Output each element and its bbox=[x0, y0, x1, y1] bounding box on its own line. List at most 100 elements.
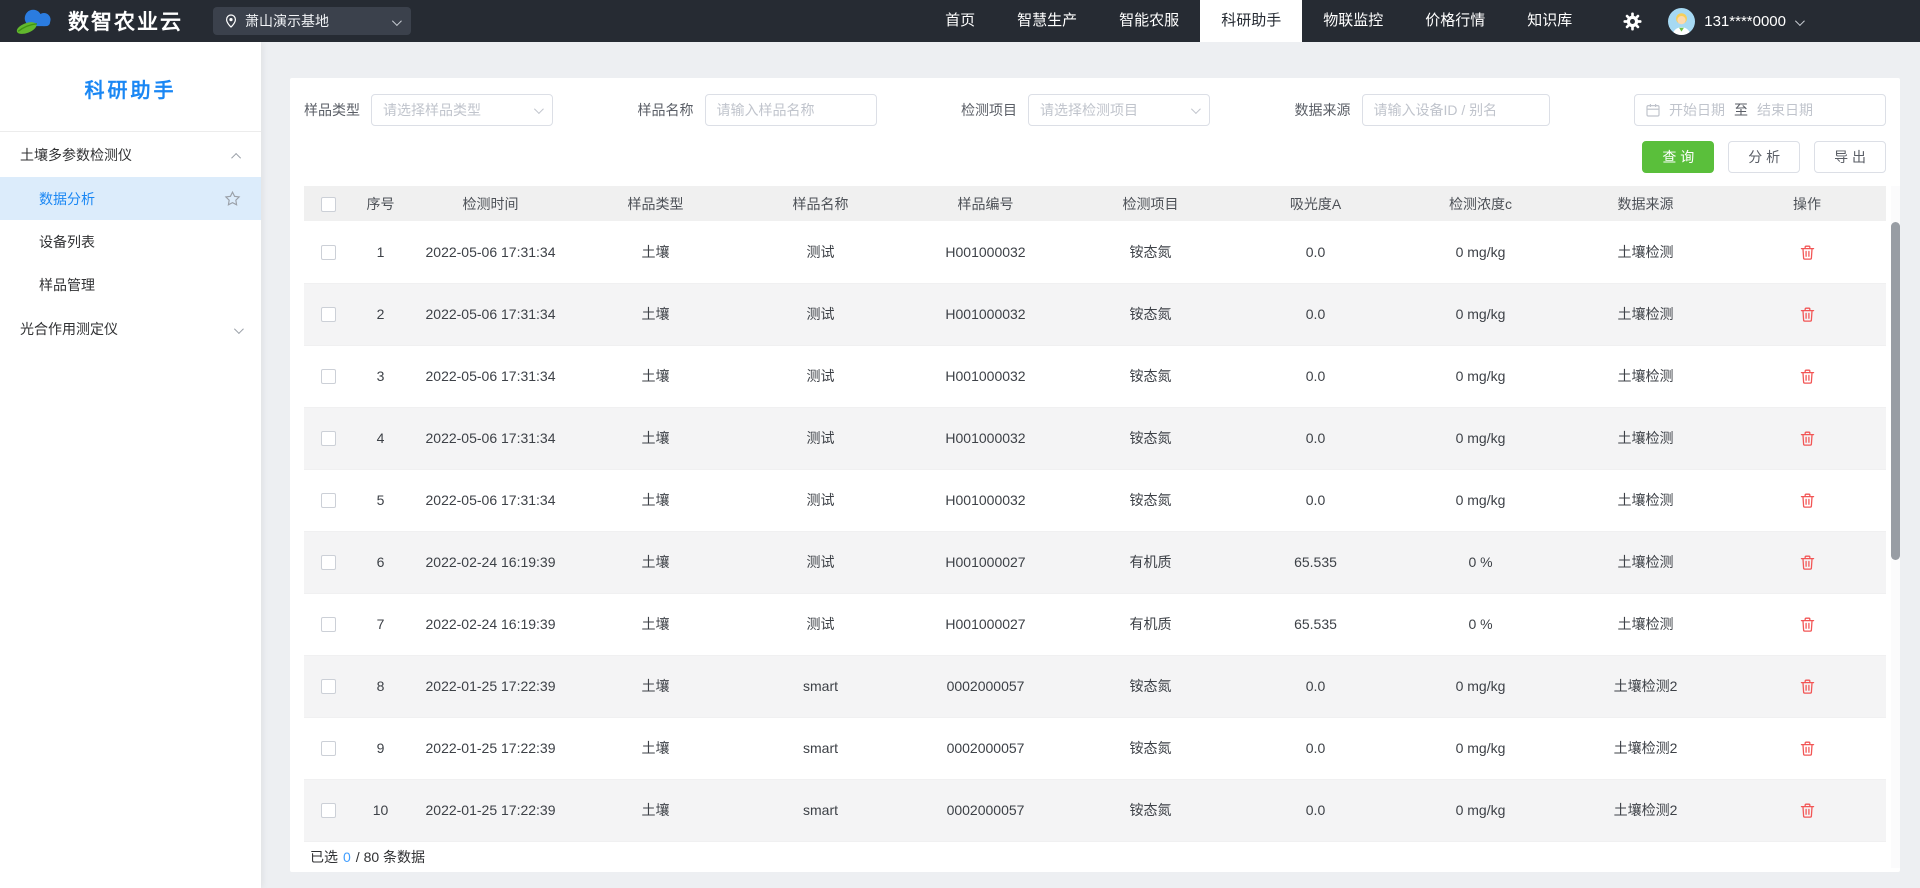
cell-time: 2022-02-24 16:19:39 bbox=[408, 531, 573, 594]
data-table: 序号 检测时间 样品类型 样品名称 样品编号 检测项目 吸光度A 检测浓度c 数… bbox=[304, 186, 1886, 842]
cell-sample-code: H001000032 bbox=[903, 221, 1068, 284]
cell-absorbance: 0.0 bbox=[1233, 407, 1398, 470]
cell-absorbance: 0.0 bbox=[1233, 283, 1398, 346]
nav-item-iot[interactable]: 物联监控 bbox=[1302, 0, 1404, 42]
cell-test-item: 铵态氮 bbox=[1068, 283, 1233, 346]
col-index: 序号 bbox=[353, 186, 408, 221]
cell-sample-type: 土壤 bbox=[573, 283, 738, 346]
table-scrollbar-thumb[interactable] bbox=[1891, 222, 1900, 560]
delete-row-icon[interactable] bbox=[1799, 678, 1816, 695]
col-actions: 操作 bbox=[1728, 186, 1886, 221]
cell-sample-name: 测试 bbox=[738, 469, 903, 532]
nav-item-home[interactable]: 首页 bbox=[924, 0, 996, 42]
delete-row-icon[interactable] bbox=[1799, 616, 1816, 633]
delete-row-icon[interactable] bbox=[1799, 368, 1816, 385]
col-concentration: 检测浓度c bbox=[1398, 186, 1563, 221]
nav-item-production[interactable]: 智慧生产 bbox=[996, 0, 1098, 42]
export-button[interactable]: 导 出 bbox=[1814, 141, 1886, 173]
row-checkbox[interactable] bbox=[321, 493, 336, 509]
row-checkbox[interactable] bbox=[321, 617, 336, 633]
row-checkbox[interactable] bbox=[321, 431, 336, 447]
chevron-down-icon bbox=[233, 321, 244, 337]
delete-row-icon[interactable] bbox=[1799, 430, 1816, 447]
cell-index: 3 bbox=[353, 345, 408, 408]
cell-sample-name: smart bbox=[738, 717, 903, 780]
table-row: 9 2022-01-25 17:22:39 土壤 smart 000200005… bbox=[304, 717, 1886, 780]
cell-sample-type: 土壤 bbox=[573, 345, 738, 408]
row-checkbox[interactable] bbox=[321, 803, 336, 819]
data-source-input[interactable]: 请输入设备ID / 别名 bbox=[1361, 94, 1550, 126]
nav-item-service[interactable]: 智能农服 bbox=[1098, 0, 1200, 42]
cell-sample-type: 土壤 bbox=[573, 531, 738, 594]
sidebar-item-device-list[interactable]: 设备列表 bbox=[0, 220, 261, 263]
cell-index: 9 bbox=[353, 717, 408, 780]
cell-concentration: 0 mg/kg bbox=[1398, 407, 1563, 470]
chevron-up-icon bbox=[231, 147, 242, 163]
analyze-button[interactable]: 分 析 bbox=[1728, 141, 1801, 173]
cell-absorbance: 0.0 bbox=[1233, 779, 1398, 842]
cell-time: 2022-05-06 17:31:34 bbox=[408, 221, 573, 284]
delete-row-icon[interactable] bbox=[1799, 492, 1816, 509]
row-checkbox[interactable] bbox=[321, 679, 336, 695]
table-row: 1 2022-05-06 17:31:34 土壤 测试 H001000032 铵… bbox=[304, 221, 1886, 284]
cell-test-item: 铵态氮 bbox=[1068, 407, 1233, 470]
base-selector[interactable]: 萧山演示基地 bbox=[213, 7, 411, 35]
table-row: 7 2022-02-24 16:19:39 土壤 测试 H001000027 有… bbox=[304, 593, 1886, 656]
cell-sample-name: 测试 bbox=[738, 283, 903, 346]
cell-absorbance: 0.0 bbox=[1233, 345, 1398, 408]
cell-time: 2022-01-25 17:22:39 bbox=[408, 655, 573, 718]
cell-concentration: 0 mg/kg bbox=[1398, 469, 1563, 532]
sidebar-group-soil-detector[interactable]: 土壤多参数检测仪 bbox=[0, 132, 261, 177]
test-item-select[interactable]: 请选择检测项目 bbox=[1028, 94, 1210, 126]
table-row: 8 2022-01-25 17:22:39 土壤 smart 000200005… bbox=[304, 655, 1886, 718]
user-menu[interactable]: 131****0000 bbox=[1668, 7, 1805, 35]
sidebar-group-photosynthesis[interactable]: 光合作用测定仪 bbox=[0, 306, 261, 351]
sample-name-input[interactable]: 请输入样品名称 bbox=[704, 94, 877, 126]
table-row: 3 2022-05-06 17:31:34 土壤 测试 H001000032 铵… bbox=[304, 345, 1886, 408]
cell-data-source: 土壤检测2 bbox=[1563, 779, 1728, 842]
cell-test-item: 有机质 bbox=[1068, 531, 1233, 594]
table-row: 6 2022-02-24 16:19:39 土壤 测试 H001000027 有… bbox=[304, 531, 1886, 594]
cell-absorbance: 0.0 bbox=[1233, 717, 1398, 780]
row-checkbox[interactable] bbox=[321, 245, 336, 261]
delete-row-icon[interactable] bbox=[1799, 244, 1816, 261]
cell-sample-name: 测试 bbox=[738, 593, 903, 656]
cell-data-source: 土壤检测 bbox=[1563, 593, 1728, 656]
gear-icon[interactable] bbox=[1623, 11, 1642, 31]
cell-index: 10 bbox=[353, 779, 408, 842]
base-selector-value: 萧山演示基地 bbox=[245, 13, 329, 29]
cell-time: 2022-05-06 17:31:34 bbox=[408, 407, 573, 470]
end-date-placeholder: 结束日期 bbox=[1757, 102, 1813, 118]
query-button[interactable]: 查 询 bbox=[1642, 141, 1715, 173]
nav-item-knowledge[interactable]: 知识库 bbox=[1506, 0, 1593, 42]
delete-row-icon[interactable] bbox=[1799, 740, 1816, 757]
date-range-picker[interactable]: 开始日期 至 结束日期 bbox=[1634, 94, 1886, 126]
cell-sample-type: 土壤 bbox=[573, 221, 738, 284]
menu-item-label: 样品管理 bbox=[39, 276, 95, 293]
cell-absorbance: 65.535 bbox=[1233, 531, 1398, 594]
cell-sample-code: 0002000057 bbox=[903, 655, 1068, 718]
table-row: 5 2022-05-06 17:31:34 土壤 测试 H001000032 铵… bbox=[304, 469, 1886, 532]
sample-type-select[interactable]: 请选择样品类型 bbox=[371, 94, 553, 126]
action-bar: 查 询 分 析 导 出 bbox=[304, 141, 1886, 173]
row-checkbox[interactable] bbox=[321, 369, 336, 385]
nav-item-price[interactable]: 价格行情 bbox=[1404, 0, 1506, 42]
cell-time: 2022-05-06 17:31:34 bbox=[408, 345, 573, 408]
col-sample-code: 样品编号 bbox=[903, 186, 1068, 221]
delete-row-icon[interactable] bbox=[1799, 802, 1816, 819]
main-nav: 首页 智慧生产 智能农服 科研助手 物联监控 价格行情 知识库 bbox=[924, 0, 1593, 42]
sidebar-item-sample-management[interactable]: 样品管理 bbox=[0, 263, 261, 306]
delete-row-icon[interactable] bbox=[1799, 554, 1816, 571]
sidebar-item-data-analysis[interactable]: 数据分析 bbox=[0, 177, 261, 220]
table-row: 2 2022-05-06 17:31:34 土壤 测试 H001000032 铵… bbox=[304, 283, 1886, 346]
row-checkbox[interactable] bbox=[321, 307, 336, 323]
star-icon[interactable] bbox=[224, 190, 241, 207]
cell-sample-code: H001000032 bbox=[903, 407, 1068, 470]
nav-item-research[interactable]: 科研助手 bbox=[1200, 0, 1303, 42]
cell-sample-code: H001000032 bbox=[903, 345, 1068, 408]
select-all-checkbox[interactable] bbox=[321, 196, 336, 212]
sample-type-label: 样品类型 bbox=[304, 102, 360, 118]
delete-row-icon[interactable] bbox=[1799, 306, 1816, 323]
row-checkbox[interactable] bbox=[321, 741, 336, 757]
row-checkbox[interactable] bbox=[321, 555, 336, 571]
